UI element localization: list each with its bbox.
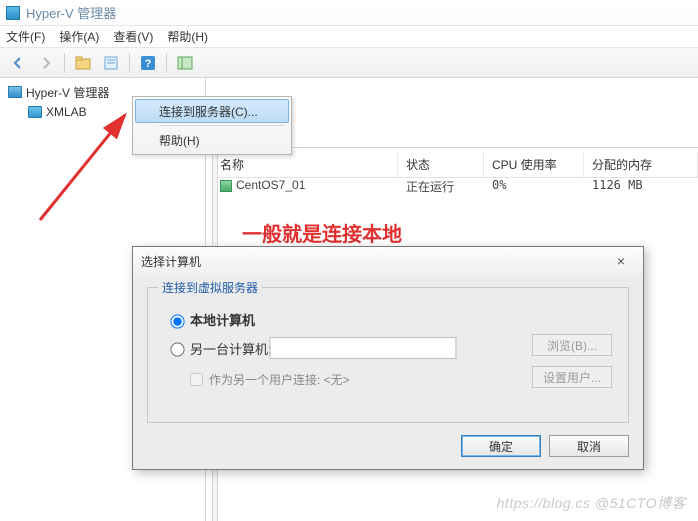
ctx-separator — [159, 125, 285, 126]
toolbar: ? — [0, 48, 698, 78]
col-cpu[interactable]: CPU 使用率 — [484, 152, 584, 177]
ok-button[interactable]: 确定 — [461, 435, 541, 457]
svg-text:?: ? — [145, 58, 152, 70]
toolbar-separator — [64, 53, 65, 73]
watermark: https://blog.cs @51CTO博客 — [497, 493, 686, 513]
dialog-title-bar[interactable]: 选择计算机 × — [133, 247, 643, 275]
radio-remote-input[interactable] — [170, 342, 184, 356]
server-button[interactable] — [173, 51, 197, 75]
context-menu: 连接到服务器(C)... 帮助(H) — [132, 96, 292, 155]
vm-cpu: 0% — [484, 175, 584, 198]
radio-local-computer[interactable]: 本地计算机 — [166, 310, 255, 329]
col-state[interactable]: 状态 — [398, 152, 484, 177]
app-title: Hyper-V 管理器 — [26, 3, 116, 22]
properties-button[interactable] — [99, 51, 123, 75]
menu-view[interactable]: 查看(V) — [113, 28, 153, 45]
group-label: 连接到虚拟服务器 — [158, 279, 262, 296]
help-button[interactable]: ? — [136, 51, 160, 75]
set-user-button[interactable]: 设置用户... — [532, 366, 612, 388]
app-icon — [6, 6, 20, 20]
group-box: 连接到虚拟服务器 本地计算机 另一台计算机: 浏览(B)... 作为另一个用户连… — [147, 287, 629, 423]
alt-user-checkbox-row[interactable]: 作为另一个用户连接: <无> — [186, 370, 350, 389]
vm-icon — [220, 180, 232, 192]
radio-remote-label: 另一台计算机: — [190, 339, 272, 358]
col-mem[interactable]: 分配的内存 — [584, 152, 698, 177]
toolbar-separator — [129, 53, 130, 73]
remote-name-input[interactable] — [269, 337, 456, 359]
annotation-text: 一般就是连接本地 — [242, 218, 402, 247]
cancel-button[interactable]: 取消 — [549, 435, 629, 457]
menu-help[interactable]: 帮助(H) — [167, 28, 208, 45]
radio-local-input[interactable] — [170, 314, 184, 328]
col-name[interactable]: 名称 — [212, 152, 398, 177]
toolbar-separator — [166, 53, 167, 73]
radio-remote-computer[interactable]: 另一台计算机: — [166, 338, 454, 358]
menu-file[interactable]: 文件(F) — [6, 28, 45, 45]
ctx-help[interactable]: 帮助(H) — [135, 128, 289, 152]
close-button[interactable]: × — [607, 253, 635, 269]
menu-bar: 文件(F) 操作(A) 查看(V) 帮助(H) — [0, 26, 698, 48]
back-button[interactable] — [6, 51, 30, 75]
select-computer-dialog: 选择计算机 × 连接到虚拟服务器 本地计算机 另一台计算机: 浏览(B)... … — [132, 246, 644, 470]
alt-user-label: 作为另一个用户连接: <无> — [209, 371, 350, 388]
manager-icon — [8, 86, 22, 98]
tree-root-label: Hyper-V 管理器 — [26, 84, 109, 101]
forward-button[interactable] — [34, 51, 58, 75]
alt-user-checkbox — [190, 373, 203, 386]
vm-row[interactable]: CentOS7_01 正在运行 0% 1126 MB — [212, 175, 698, 198]
vm-name: CentOS7_01 — [236, 178, 305, 192]
folder-button[interactable] — [71, 51, 95, 75]
menu-actions[interactable]: 操作(A) — [59, 28, 99, 45]
ctx-connect-server[interactable]: 连接到服务器(C)... — [135, 99, 289, 123]
host-icon — [28, 106, 42, 118]
title-bar: Hyper-V 管理器 — [0, 0, 698, 26]
dialog-buttons: 确定 取消 — [461, 435, 629, 457]
dialog-title: 选择计算机 — [141, 253, 201, 270]
tree-host-label: XMLAB — [46, 105, 87, 119]
radio-local-label: 本地计算机 — [190, 310, 255, 329]
browse-button[interactable]: 浏览(B)... — [532, 334, 612, 356]
vm-mem: 1126 MB — [584, 175, 698, 198]
vm-state: 正在运行 — [398, 175, 484, 198]
